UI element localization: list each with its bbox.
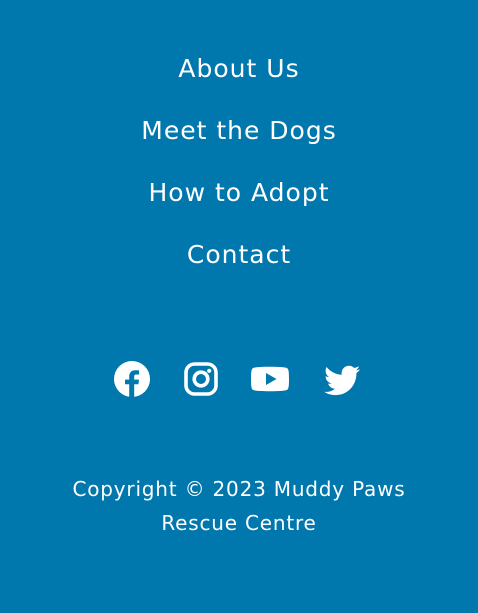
nav-link-contact[interactable]: Contact [0,239,478,271]
nav-link-how-to-adopt[interactable]: How to Adopt [0,177,478,209]
instagram-icon[interactable] [181,359,221,399]
copyright-text: Copyright © 2023 Muddy Paws Rescue Centr… [72,477,406,535]
facebook-icon[interactable] [112,359,152,399]
twitter-icon[interactable] [322,359,362,399]
site-footer: About Us Meet the Dogs How to Adopt Cont… [0,0,478,613]
youtube-icon[interactable] [248,359,292,399]
nav-link-about-us[interactable]: About Us [0,53,478,85]
nav-link-meet-the-dogs[interactable]: Meet the Dogs [0,115,478,147]
